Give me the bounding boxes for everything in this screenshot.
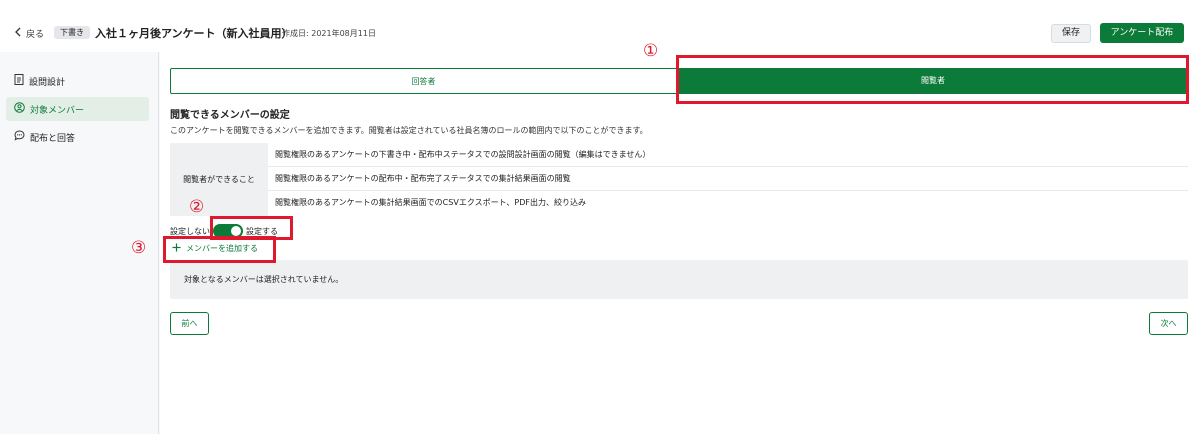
save-button[interactable]: 保存 <box>1051 24 1091 43</box>
chevron-left-icon <box>14 27 22 40</box>
created-date: 作成日: 2021年08月11日 <box>282 29 376 38</box>
toggle-off-label: 設定しない <box>170 226 210 236</box>
permissions-table: 閲覧者ができること 閲覧権限のあるアンケートの下書き中・配布中ステータスでの設問… <box>170 143 1188 216</box>
empty-members-message: 対象となるメンバーは選択されていません。 <box>170 260 1188 299</box>
chat-icon <box>14 130 25 144</box>
document-icon <box>14 74 24 88</box>
annotation-number-3: ③ <box>131 238 147 258</box>
page-title: 入社１ヶ月後アンケート（新入社員用） <box>95 27 293 40</box>
permissions-header: 閲覧者ができること <box>170 143 268 216</box>
back-button[interactable]: 戻る <box>14 27 44 40</box>
back-label: 戻る <box>26 30 45 40</box>
permission-row: 閲覧権限のあるアンケートの配布中・配布完了ステータスでの集計結果画面の閲覧 <box>268 167 1188 191</box>
sidebar-item-label: 対象メンバー <box>30 105 85 116</box>
permission-row: 閲覧権限のあるアンケートの集計結果画面でのCSVエクスポート、PDF出力、絞り込… <box>275 198 586 207</box>
user-circle-icon <box>14 102 25 116</box>
main-content: 回答者 閲覧者 閲覧できるメンバーの設定 このアンケートを閲覧できるメンバーを追… <box>160 52 1196 434</box>
sidebar-item-distribution[interactable]: 配布と回答 <box>6 125 149 149</box>
sidebar-item-label: 設問設計 <box>29 77 66 88</box>
prev-button[interactable]: 前へ <box>170 312 209 335</box>
annotation-box-3 <box>163 236 276 263</box>
sidebar-item-target-members[interactable]: 対象メンバー <box>6 97 149 121</box>
section-description: このアンケートを閲覧できるメンバーを追加できます。閲覧者は設定されている社員名簿… <box>170 126 648 135</box>
next-button[interactable]: 次へ <box>1149 312 1188 335</box>
annotation-number-2: ② <box>189 197 205 217</box>
sidebar-item-question-design[interactable]: 設問設計 <box>6 69 149 93</box>
tab-respondents[interactable]: 回答者 <box>170 68 677 94</box>
permission-row: 閲覧権限のあるアンケートの下書き中・配布中ステータスでの設問設計画面の閲覧（編集… <box>268 143 1188 167</box>
section-title: 閲覧できるメンバーの設定 <box>170 110 290 121</box>
sidebar-item-label: 配布と回答 <box>30 133 76 144</box>
distribute-survey-button[interactable]: アンケート配布 <box>1100 23 1184 43</box>
annotation-box-1 <box>676 55 1189 104</box>
top-header: 戻る 下書き 入社１ヶ月後アンケート（新入社員用） 作成日: 2021年08月1… <box>0 0 1196 52</box>
status-badge: 下書き <box>54 26 90 39</box>
annotation-number-1: ① <box>643 41 659 61</box>
